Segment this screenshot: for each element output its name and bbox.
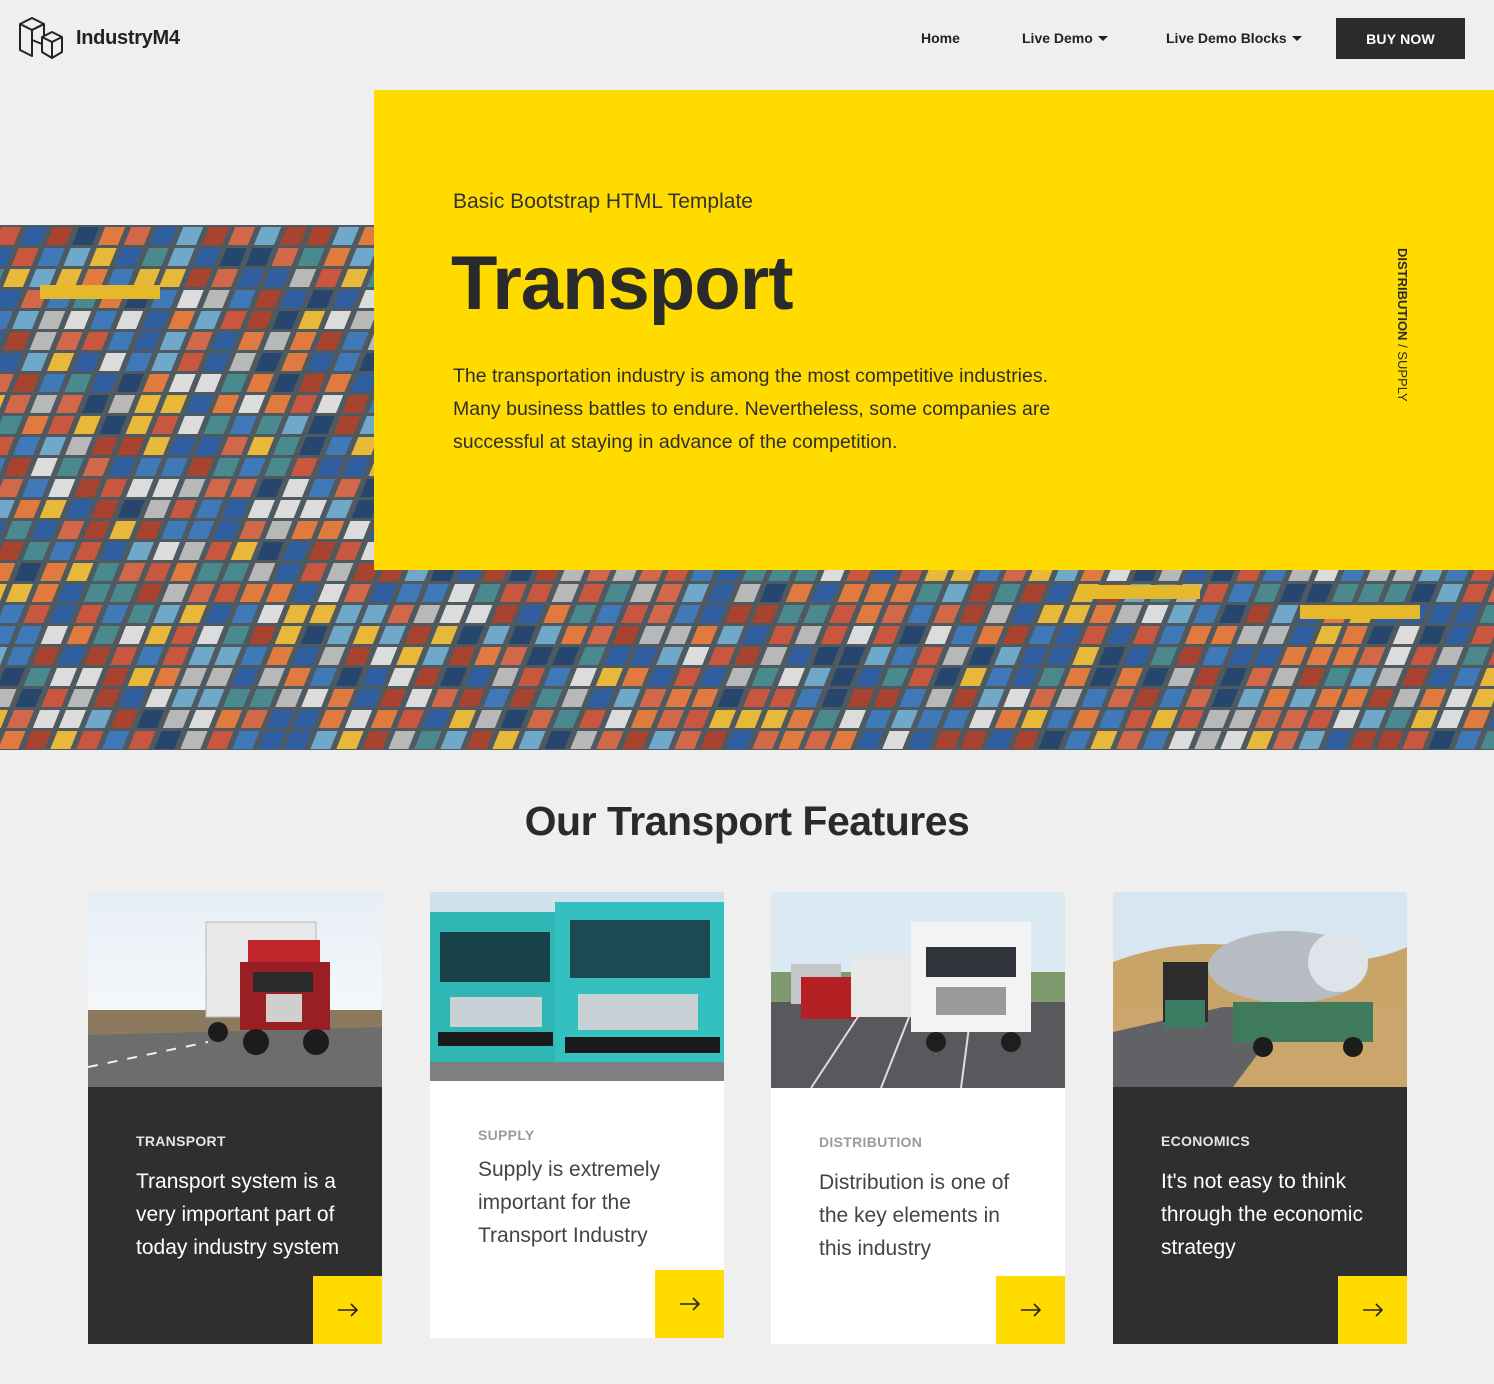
feature-card-supply: SUPPLY Supply is extremely important for… <box>430 892 724 1338</box>
feature-card-tag: TRANSPORT <box>136 1133 226 1149</box>
nav-home-link[interactable]: Home <box>921 30 960 46</box>
feature-card-tag: DISTRIBUTION <box>819 1134 923 1150</box>
nav-live-demo-dropdown[interactable]: Live Demo <box>1022 30 1108 46</box>
parked-trucks-photo <box>771 892 1065 1088</box>
cubes-logo-icon <box>19 17 63 59</box>
caret-down-icon <box>1291 35 1302 41</box>
features-title: Our Transport Features <box>524 798 970 844</box>
feature-card-tag: SUPPLY <box>478 1127 535 1143</box>
feature-card-body: TRANSPORT Transport system is a very imp… <box>88 1087 382 1344</box>
feature-card-distribution: DISTRIBUTION Distribution is one of the … <box>771 892 1065 1344</box>
card-arrow-button[interactable] <box>313 1276 382 1344</box>
feature-card-body: DISTRIBUTION Distribution is one of the … <box>771 1088 1065 1344</box>
card-arrow-button[interactable] <box>1338 1276 1407 1344</box>
vertical-caption-bold: DISTRIBUTION <box>1395 248 1410 341</box>
hero-subtitle: Basic Bootstrap HTML Template <box>453 190 753 213</box>
vertical-caption-light: SUPPLY <box>1395 351 1410 402</box>
arrow-right-icon <box>1020 1303 1041 1317</box>
arrow-right-icon <box>1362 1303 1383 1317</box>
card-arrow-button[interactable] <box>996 1276 1065 1344</box>
feature-card-text: Transport system is a very important par… <box>136 1170 340 1259</box>
brand-logo[interactable]: IndustryM4 <box>16 14 180 62</box>
arrow-right-icon <box>679 1297 700 1311</box>
feature-card-tag: ECONOMICS <box>1161 1133 1251 1149</box>
teal-trucks-photo <box>430 892 724 1081</box>
hero-title: Transport <box>451 241 793 326</box>
vertical-caption: DISTRIBUTION / SUPPLY <box>1392 248 1412 408</box>
feature-card-text: It's not easy to think through the econo… <box>1161 1170 1363 1259</box>
vertical-caption-sep: / <box>1395 340 1410 352</box>
feature-card-transport: TRANSPORT Transport system is a very imp… <box>88 892 382 1344</box>
buy-now-button[interactable]: BUY NOW <box>1336 18 1465 59</box>
arrow-right-icon <box>337 1303 358 1317</box>
tanker-truck-photo <box>1113 892 1407 1087</box>
feature-card-body: ECONOMICS It's not easy to think through… <box>1113 1087 1407 1344</box>
feature-card-text: Supply is extremely important for the Tr… <box>478 1158 661 1247</box>
feature-card-body: SUPPLY Supply is extremely important for… <box>430 1081 724 1338</box>
hero-description: The transportation industry is among the… <box>453 365 1051 453</box>
feature-card-economics: ECONOMICS It's not easy to think through… <box>1113 892 1407 1344</box>
brand-name: IndustryM4 <box>76 26 180 49</box>
feature-card-text: Distribution is one of the key elements … <box>819 1171 1010 1260</box>
caret-down-icon <box>1097 35 1108 41</box>
card-arrow-button[interactable] <box>655 1270 724 1338</box>
nav-home-label: Home <box>921 30 960 46</box>
hero-panel: Basic Bootstrap HTML Template Transport … <box>374 90 1494 570</box>
red-truck-photo <box>88 892 382 1087</box>
nav-live-demo-label: Live Demo <box>1022 30 1093 46</box>
navbar: IndustryM4 Home Live Demo Live Demo Bloc… <box>0 0 1494 80</box>
nav-live-demo-blocks-label: Live Demo Blocks <box>1166 30 1287 46</box>
nav-live-demo-blocks-dropdown[interactable]: Live Demo Blocks <box>1166 30 1302 46</box>
